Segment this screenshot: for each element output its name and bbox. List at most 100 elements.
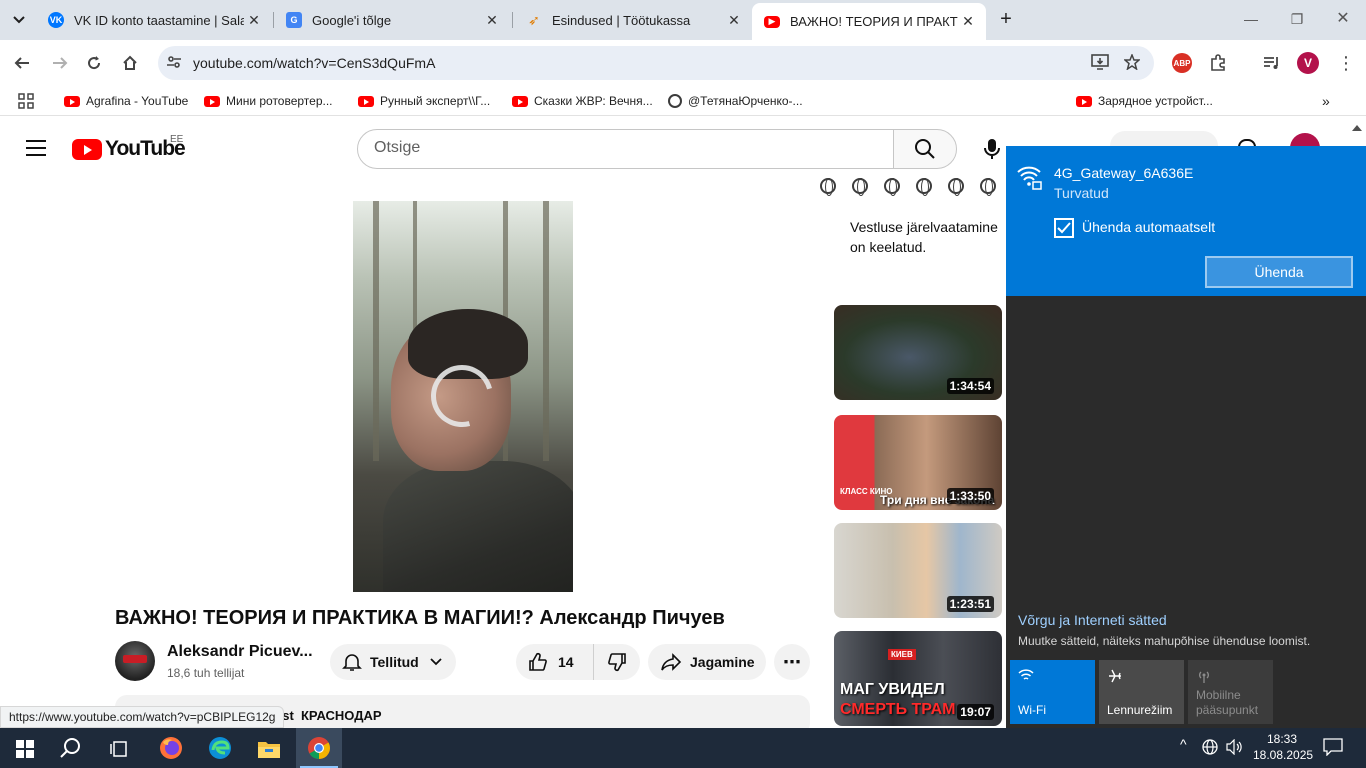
globe-icon[interactable]	[916, 178, 932, 196]
video-player[interactable]	[353, 201, 573, 592]
windows-taskbar	[0, 728, 1366, 768]
youtube-favicon-icon: ▶	[764, 15, 780, 28]
dislike-button[interactable]	[594, 644, 640, 680]
edge-icon[interactable]	[207, 735, 233, 761]
globe-icon	[668, 94, 682, 108]
adblock-plus-extension-icon[interactable]: ABP	[1170, 51, 1194, 75]
globe-icon[interactable]	[884, 178, 900, 196]
airplane-mode-tile[interactable]: Lennurežiim	[1099, 660, 1184, 724]
connect-button[interactable]: Ühenda	[1205, 256, 1353, 288]
video-duration: 1:33:50	[946, 488, 994, 504]
thumbnail-caption: МАГ УВИДЕЛ	[840, 681, 945, 698]
action-center-notifications-icon[interactable]	[1323, 738, 1343, 759]
tab-youtube-active[interactable]: ▶ ВАЖНО! ТЕОРИЯ И ПРАКТИКА В МАГИИ!? ✕	[752, 3, 986, 40]
auto-connect-checkbox[interactable]	[1054, 218, 1074, 238]
network-ssid: 4G_Gateway_6A636E	[1054, 165, 1194, 181]
windows-start-icon[interactable]	[12, 736, 38, 762]
firefox-icon[interactable]	[158, 735, 184, 761]
apps-grid-icon[interactable]	[18, 92, 34, 110]
network-globe-icon[interactable]	[1202, 739, 1218, 758]
google-translate-favicon-icon: G	[286, 12, 302, 28]
youtube-search-button[interactable]	[893, 129, 957, 169]
channel-avatar[interactable]	[115, 641, 155, 681]
youtube-logo[interactable]: YouTube EE	[72, 134, 186, 161]
mobile-hotspot-tile[interactable]: Mobiilne pääsupunkt	[1188, 660, 1273, 724]
bookmark-zaryadnoe[interactable]: Зарядное устройст...	[1076, 92, 1213, 110]
back-arrow-icon[interactable]	[8, 49, 36, 77]
scrollbar-up-arrow-icon[interactable]	[1352, 125, 1362, 131]
more-actions-kebab-icon[interactable]: ⋯	[774, 644, 810, 680]
globe-icon[interactable]	[980, 178, 996, 196]
recommended-video-thumbnail[interactable]: 1:34:54	[834, 305, 1002, 400]
subscribed-button[interactable]: Tellitud	[330, 644, 456, 680]
recommended-video-thumbnail[interactable]: 1:23:51	[834, 523, 1002, 618]
taskbar-clock[interactable]: 18:33 18.08.2025	[1253, 731, 1313, 763]
tab-tootukassa[interactable]: ➶ Esindused | Töötukassa ✕	[514, 0, 752, 40]
tab-close-icon[interactable]: ✕	[244, 12, 264, 29]
channel-name[interactable]: Aleksandr Picuev...	[167, 643, 313, 661]
more-bookmarks-chevron-icon[interactable]: »	[1322, 92, 1330, 110]
new-tab-plus-icon[interactable]: +	[994, 8, 1018, 32]
video-duration: 19:07	[957, 704, 994, 720]
wifi-toggle-tile[interactable]: Wi-Fi	[1010, 660, 1095, 724]
bookmark-star-icon[interactable]	[1122, 52, 1142, 72]
youtube-bookmark-icon	[64, 95, 80, 107]
like-button[interactable]: 14	[516, 644, 594, 680]
browser-toolbar: youtube.com/watch?v=CenS3dQuFmA ABP V ⋮	[0, 40, 1366, 86]
youtube-bookmark-icon	[358, 95, 374, 107]
tab-close-icon[interactable]: ✕	[958, 13, 978, 30]
globe-icon[interactable]	[852, 178, 868, 196]
selected-network-panel[interactable]: 4G_Gateway_6A636E Turvatud Ühenda automa…	[1006, 146, 1366, 296]
restore-icon[interactable]: ❐	[1274, 0, 1320, 40]
file-explorer-icon[interactable]	[256, 736, 282, 762]
taskbar-search-icon[interactable]	[58, 735, 84, 761]
bookmark-tetyana[interactable]: @ТетянаЮрченко-...	[668, 92, 803, 110]
checkmark-icon	[1057, 222, 1071, 234]
bookmark-runnyi-ekspert[interactable]: Рунный эксперт\\Г...	[358, 92, 490, 110]
minimize-icon[interactable]: —	[1228, 0, 1274, 40]
bookmark-skazki-zhvr[interactable]: Сказки ЖВР: Вечня...	[512, 92, 653, 110]
wifi-secured-icon	[1016, 164, 1042, 190]
volume-speaker-icon[interactable]	[1226, 738, 1244, 758]
recommended-video-thumbnail[interactable]: КИЕВ МАГ УВИДЕЛ СМЕРТЬ ТРАМ 19:07	[834, 631, 1002, 726]
tab-vk-id[interactable]: VK VK ID konto taastamine | Salasõ ✕	[36, 0, 272, 40]
media-controls-icon[interactable]	[1260, 51, 1284, 75]
chrome-icon[interactable]	[306, 735, 332, 761]
voice-search-mic-icon[interactable]	[974, 131, 1010, 167]
search-icon	[915, 139, 935, 159]
tab-search-chevron-icon[interactable]	[6, 7, 32, 33]
profile-avatar[interactable]: V	[1296, 51, 1320, 75]
show-hidden-icons-chevron-icon[interactable]: ^	[1180, 736, 1187, 752]
reload-icon[interactable]	[80, 49, 108, 77]
network-settings-link[interactable]: Võrgu ja Interneti sätted	[1018, 612, 1167, 628]
bell-icon	[342, 654, 362, 671]
share-button[interactable]: Jagamine	[648, 644, 766, 680]
network-settings-description: Muutke sätteid, näiteks mahupõhise ühend…	[1018, 634, 1311, 648]
recommended-video-thumbnail[interactable]: КЛАСС КИНО Три дня вне закона 1:33:50	[834, 415, 1002, 510]
hamburger-menu-icon[interactable]	[26, 140, 46, 156]
install-app-icon[interactable]	[1090, 54, 1110, 72]
site-info-tune-icon[interactable]	[166, 54, 184, 72]
bookmark-mini-rotoverter[interactable]: Мини ротовертер...	[204, 92, 333, 110]
close-window-icon[interactable]: ✕	[1320, 0, 1366, 40]
like-dislike-group: 14	[516, 644, 640, 680]
extensions-puzzle-icon[interactable]	[1206, 51, 1230, 75]
chrome-menu-kebab-icon[interactable]: ⋮	[1334, 51, 1358, 75]
network-flyout: 4G_Gateway_6A636E Turvatud Ühenda automa…	[1006, 146, 1366, 728]
video-duration: 1:34:54	[946, 378, 994, 394]
youtube-bookmark-icon	[204, 95, 220, 107]
forward-arrow-icon[interactable]	[46, 49, 74, 77]
bookmark-agrafina[interactable]: Agrafina - YouTube	[64, 92, 188, 110]
globe-icon[interactable]	[948, 178, 964, 196]
tootukassa-favicon-icon: ➶	[528, 11, 540, 28]
video-duration: 1:23:51	[946, 596, 994, 612]
tab-google-translate[interactable]: G Google'i tõlge ✕	[274, 0, 510, 40]
youtube-search-input[interactable]	[374, 139, 874, 157]
home-icon[interactable]	[116, 49, 144, 77]
tab-close-icon[interactable]: ✕	[724, 12, 744, 29]
bookmarks-bar: Agrafina - YouTube Мини ротовертер... Ру…	[0, 86, 1366, 196]
address-bar[interactable]: youtube.com/watch?v=CenS3dQuFmA	[158, 46, 1154, 80]
globe-icon[interactable]	[820, 178, 836, 196]
task-view-icon[interactable]	[106, 736, 132, 762]
tab-close-icon[interactable]: ✕	[482, 12, 502, 29]
